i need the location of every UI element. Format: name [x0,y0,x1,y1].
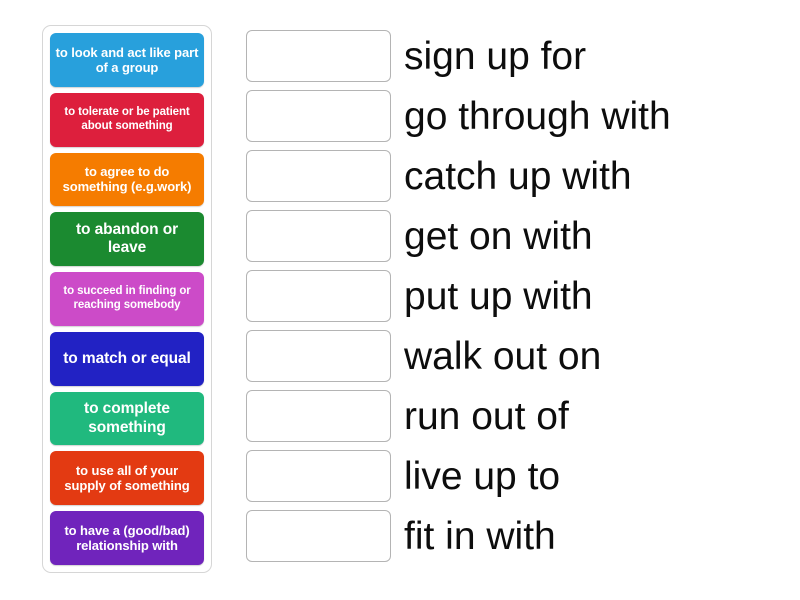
phrase-label: put up with [404,274,593,318]
definition-tile-label: to abandon or leave [75,220,179,257]
phrase-label: walk out on [404,334,602,378]
drop-slot[interactable] [246,450,391,502]
phrase-row: get on with [404,210,794,262]
phrase-row: put up with [404,270,794,322]
phrase-label: go through with [404,94,671,138]
definition-tile-label: to match or equal [63,349,191,367]
phrase-row: live up to [404,450,794,502]
drop-slot[interactable] [246,150,391,202]
phrase-label: live up to [404,454,561,498]
phrase-row: sign up for [404,30,794,82]
phrase-label: fit in with [404,514,556,558]
definition-tile-label: to look and act like part of a group [55,44,199,75]
drop-slot[interactable] [246,270,391,322]
phrase-row: go through with [404,90,794,142]
definition-tile[interactable]: to have a (good/bad) relationship with [50,511,204,566]
drop-slot[interactable] [246,30,391,82]
definition-tile-label: to agree to do something (e.g.work) [62,164,192,195]
definition-tile[interactable]: to succeed in finding or reaching somebo… [50,272,204,326]
phrase-row: catch up with [404,150,794,202]
definition-tile[interactable]: to tolerate or be patient about somethin… [50,92,204,147]
phrase-label: get on with [404,214,593,258]
phrase-label: run out of [404,394,569,438]
phrase-column: sign up for go through with catch up wit… [404,30,794,562]
definition-tile-label: to tolerate or be patient about somethin… [64,106,190,132]
definition-tile-label: to have a (good/bad) relationship with [64,522,190,554]
definition-tile[interactable]: to match or equal [50,331,204,386]
definition-tile-label: to complete something [84,400,170,436]
drop-slot[interactable] [246,210,391,262]
definition-tile[interactable]: to look and act like part of a group [50,33,204,87]
definition-tile[interactable]: to abandon or leave [50,212,204,267]
definitions-tray: to look and act like part of a group to … [42,25,212,573]
drop-slot[interactable] [246,510,391,562]
drop-slot-column [246,30,391,562]
definition-tile-label: to succeed in finding or reaching somebo… [63,285,191,312]
definition-tile[interactable]: to use all of your supply of something [50,451,204,506]
definition-tile[interactable]: to agree to do something (e.g.work) [50,152,204,207]
phrase-row: fit in with [404,510,794,562]
phrase-label: sign up for [404,34,587,78]
phrase-row: walk out on [404,330,794,382]
match-up-board: to look and act like part of a group to … [0,0,800,600]
phrase-row: run out of [404,390,794,442]
phrase-label: catch up with [404,154,632,198]
drop-slot[interactable] [246,90,391,142]
drop-slot[interactable] [246,330,391,382]
drop-slot[interactable] [246,390,391,442]
definition-tile-label: to use all of your supply of something [64,463,190,494]
definition-tile[interactable]: to complete something [50,391,204,446]
